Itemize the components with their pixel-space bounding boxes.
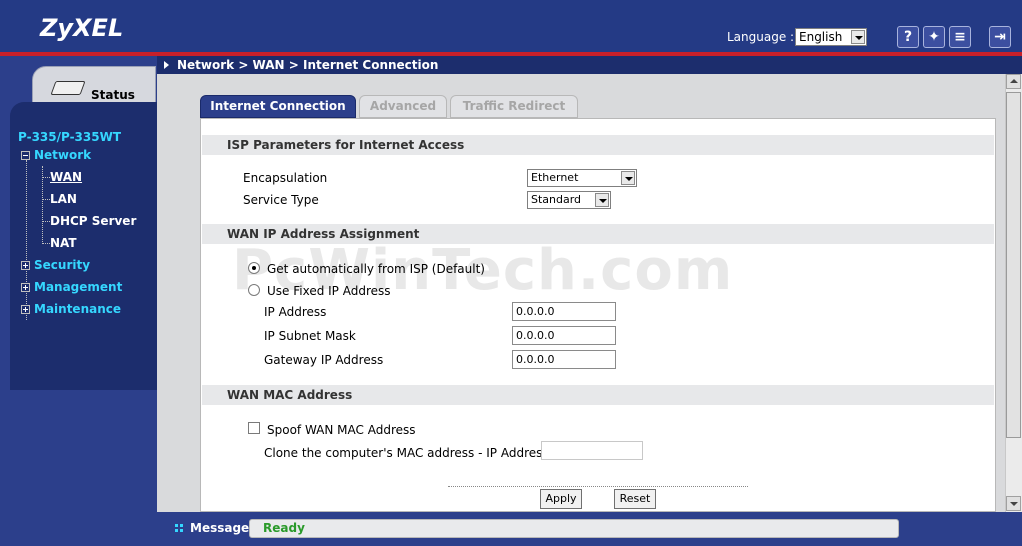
spoof-mac-checkbox[interactable]: [248, 422, 260, 434]
help-icon[interactable]: ?: [897, 26, 919, 48]
encapsulation-label: Encapsulation: [243, 171, 328, 185]
zyxel-logo: ZyXEL: [40, 14, 124, 42]
scroll-up-icon[interactable]: [1006, 74, 1021, 89]
nav-panel: [10, 102, 157, 390]
tab-traffic-redirect[interactable]: Traffic Redirect: [450, 95, 578, 118]
collapse-icon[interactable]: [21, 151, 30, 160]
language-select-value: English: [799, 30, 843, 44]
expand-icon[interactable]: [21, 305, 30, 314]
expand-icon[interactable]: [21, 261, 30, 270]
service-type-select[interactable]: Standard: [527, 191, 611, 209]
sidebar-item-nat[interactable]: NAT: [50, 236, 77, 250]
tab-advanced[interactable]: Advanced: [359, 95, 447, 118]
chevron-down-icon: [621, 171, 635, 185]
sidebar-item-maintenance[interactable]: Maintenance: [34, 302, 121, 316]
spoof-mac-label: Spoof WAN MAC Address: [267, 423, 416, 437]
clone-mac-label: Clone the computer's MAC address - IP Ad…: [264, 446, 549, 460]
auto-ip-label: Get automatically from ISP (Default): [267, 262, 485, 276]
expand-icon[interactable]: [21, 283, 30, 292]
top-header: [0, 0, 1022, 52]
message-box: [249, 519, 899, 538]
ip-address-label: IP Address: [264, 305, 327, 319]
tree-connector: [42, 199, 50, 200]
service-type-label: Service Type: [243, 193, 319, 207]
subnet-mask-input[interactable]: 0.0.0.0: [512, 326, 616, 345]
sidebar-item-wan[interactable]: WAN: [50, 170, 82, 184]
logout-icon[interactable]: ⇥: [989, 26, 1011, 48]
device-name: P-335/P-335WT: [18, 130, 122, 144]
chevron-down-icon: [851, 30, 865, 44]
tree-connector: [26, 160, 27, 320]
sidebar-item-network[interactable]: Network: [34, 148, 91, 162]
encapsulation-value: Ethernet: [531, 171, 579, 184]
gateway-label: Gateway IP Address: [264, 353, 384, 367]
status-message: Ready: [263, 521, 305, 535]
fixed-ip-radio[interactable]: [248, 284, 260, 296]
reset-button[interactable]: Reset: [614, 489, 656, 509]
status-label: Status: [91, 88, 135, 102]
breadcrumb: Network > WAN > Internet Connection: [177, 58, 439, 72]
gateway-input[interactable]: 0.0.0.0: [512, 350, 616, 369]
service-type-value: Standard: [531, 193, 582, 206]
sidebar-item-dhcp-server[interactable]: DHCP Server: [50, 214, 136, 228]
subnet-mask-label: IP Subnet Mask: [264, 329, 356, 343]
language-label: Language :: [727, 30, 795, 44]
fixed-ip-label: Use Fixed IP Address: [267, 284, 391, 298]
sidebar-item-security[interactable]: Security: [34, 258, 90, 272]
tab-internet-connection[interactable]: Internet Connection: [200, 95, 356, 118]
section-heading: WAN MAC Address: [202, 385, 994, 405]
chevron-down-icon: [595, 193, 609, 207]
section-heading: WAN IP Address Assignment: [202, 224, 994, 244]
apply-button[interactable]: Apply: [540, 489, 582, 509]
sidebar-item-lan[interactable]: LAN: [50, 192, 77, 206]
clone-ip-input[interactable]: [541, 441, 643, 460]
scroll-down-icon[interactable]: [1006, 496, 1021, 511]
sidebar-item-management[interactable]: Management: [34, 280, 122, 294]
encapsulation-select[interactable]: Ethernet: [527, 169, 637, 187]
message-label: Message: [190, 521, 250, 535]
scroll-thumb[interactable]: [1006, 92, 1021, 438]
message-icon: [175, 524, 183, 532]
language-select[interactable]: English: [795, 28, 867, 46]
router-icon: [50, 81, 86, 95]
tree-connector: [42, 221, 50, 222]
wizard-icon[interactable]: ✦: [923, 26, 945, 48]
breadcrumb-arrow-icon: [164, 61, 169, 69]
section-heading: ISP Parameters for Internet Access: [202, 135, 994, 155]
auto-ip-radio[interactable]: [248, 262, 260, 274]
sitemap-icon[interactable]: ≡: [949, 26, 971, 48]
tree-connector: [42, 177, 50, 178]
ip-address-input[interactable]: 0.0.0.0: [512, 302, 616, 321]
divider: [448, 486, 748, 487]
tree-connector: [42, 243, 50, 244]
